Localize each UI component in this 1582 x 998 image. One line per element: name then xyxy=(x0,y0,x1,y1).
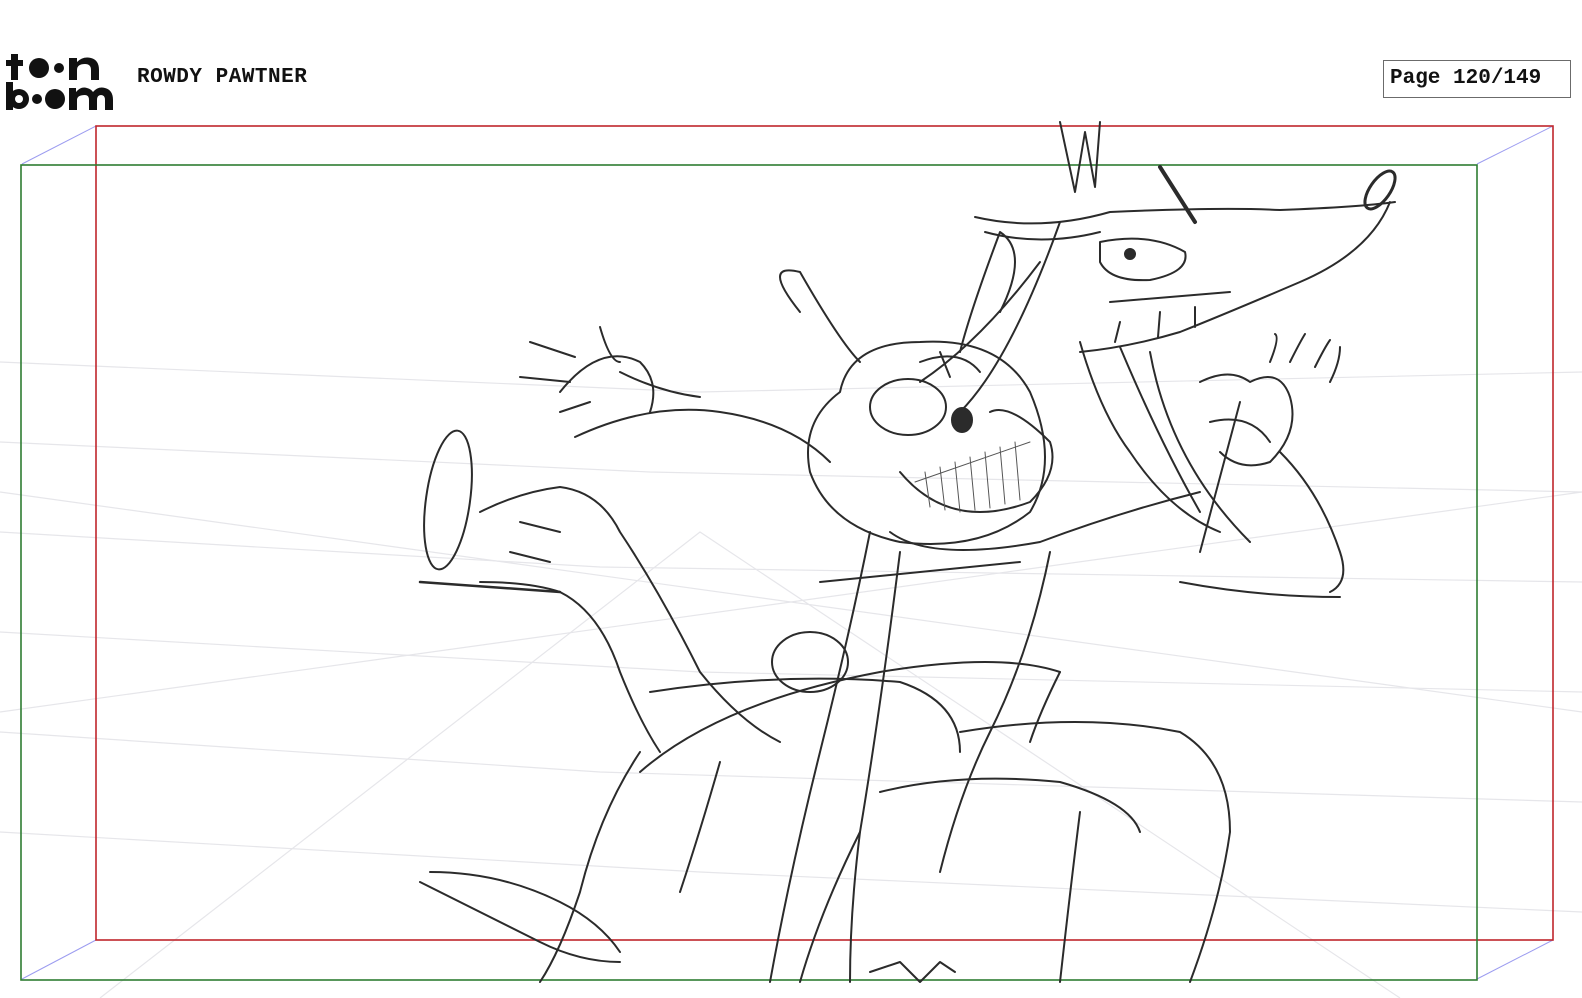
storyboard-panel xyxy=(0,112,1582,998)
storyboard-page: ROWDY PAWTNER Page 120/149 xyxy=(0,0,1582,998)
page-indicator: Page 120/149 xyxy=(1383,60,1571,98)
perspective-guides xyxy=(21,125,1554,980)
camera-frame xyxy=(95,125,1554,941)
safe-frame xyxy=(20,164,1478,981)
project-title: ROWDY PAWTNER xyxy=(137,66,308,89)
toon-boom-logo xyxy=(3,50,118,112)
character-sketch xyxy=(418,121,1397,983)
